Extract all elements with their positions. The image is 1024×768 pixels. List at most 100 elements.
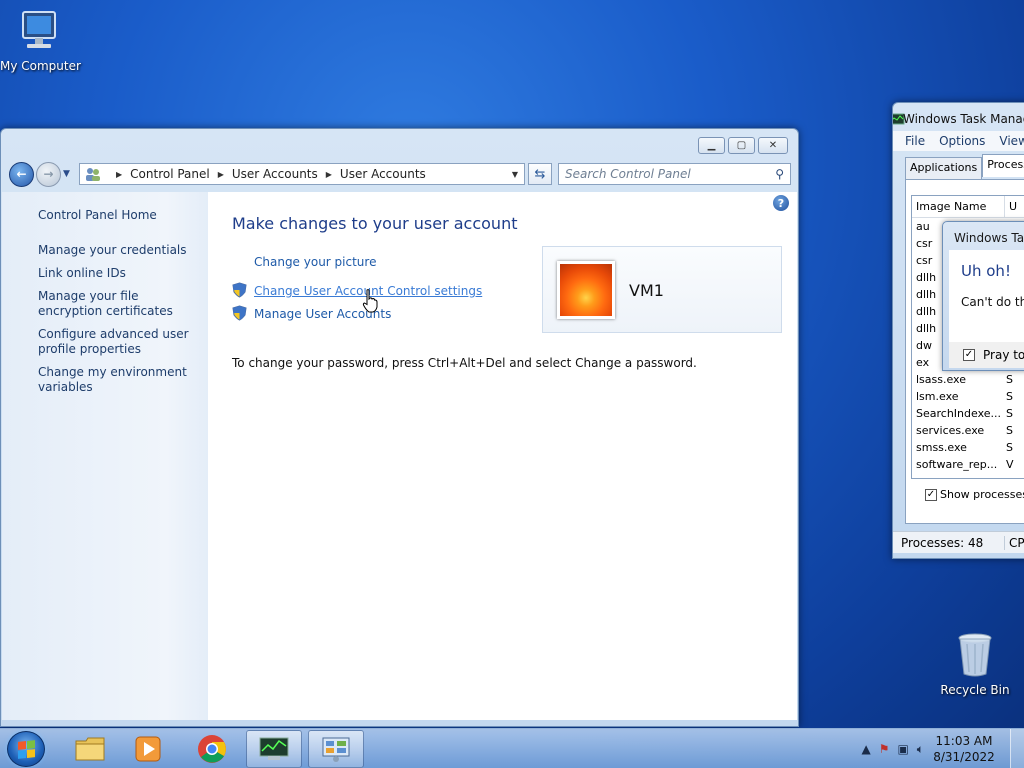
table-row[interactable]: SearchIndexe... S bbox=[912, 405, 1024, 422]
process-user-name: S bbox=[1006, 373, 1013, 386]
process-image-name: csr bbox=[916, 237, 933, 250]
table-row[interactable]: lsass.exe S bbox=[912, 371, 1024, 388]
refresh-button[interactable]: ⇆ bbox=[528, 163, 552, 185]
task-manager-title: Windows Task Manager bbox=[903, 112, 1024, 126]
show-hidden-icons-icon[interactable]: ▲ bbox=[861, 742, 870, 756]
process-image-name: services.exe bbox=[916, 424, 985, 437]
chevron-right-icon[interactable]: ▶ bbox=[218, 170, 224, 179]
tab-applications[interactable]: Applications bbox=[905, 157, 983, 180]
status-processes: Processes: 48 bbox=[893, 535, 1005, 550]
table-row[interactable]: smss.exe S bbox=[912, 439, 1024, 456]
shield-icon bbox=[232, 305, 247, 321]
process-image-name: dllh bbox=[916, 305, 937, 318]
error-dialog-footer: ✓ Pray to bbox=[949, 342, 1024, 368]
windows-logo-icon bbox=[18, 740, 35, 759]
address-bar[interactable]: ▶ Control Panel ▶ User Accounts ▶ User A… bbox=[79, 163, 525, 185]
menu-view[interactable]: View bbox=[999, 134, 1024, 148]
process-image-name: SearchIndexe... bbox=[916, 407, 1001, 420]
clock[interactable]: 11:03 AM 8/31/2022 bbox=[932, 733, 996, 765]
breadcrumb-user-accounts[interactable]: User Accounts bbox=[232, 167, 318, 181]
show-processes-label: Show processes f bbox=[940, 488, 1024, 501]
search-icon[interactable]: ⚲ bbox=[775, 167, 784, 181]
process-list-header: Image Name U bbox=[912, 196, 1024, 218]
breadcrumb-user-accounts-current[interactable]: User Accounts bbox=[340, 167, 426, 181]
recycle-bin-desktop-icon[interactable]: Recycle Bin bbox=[940, 630, 1010, 697]
status-bar: Processes: 48 CP bbox=[893, 531, 1024, 553]
sidebar-item-manage-credentials[interactable]: Manage your credentials bbox=[38, 243, 198, 258]
recycle-bin-icon bbox=[958, 633, 992, 677]
control-panel-window: ▁ ▢ ✕ ← → ▼ ▶ Control Panel ▶ User Accou… bbox=[0, 128, 799, 727]
error-dialog: Windows Tas Uh oh! Can't do tha ✓ Pray t… bbox=[942, 221, 1024, 371]
breadcrumb-control-panel[interactable]: Control Panel bbox=[130, 167, 210, 181]
show-all-processes-checkbox[interactable]: ✓ Show processes f bbox=[925, 488, 1024, 501]
taskbar-control-panel-button[interactable] bbox=[308, 730, 364, 768]
start-button[interactable] bbox=[7, 731, 45, 767]
main-panel: Make changes to your user account Change… bbox=[232, 192, 797, 720]
password-instructions: To change your password, press Ctrl+Alt+… bbox=[232, 356, 697, 370]
process-image-name: software_rep... bbox=[916, 458, 998, 471]
page-title: Make changes to your user account bbox=[232, 214, 518, 233]
menu-file[interactable]: File bbox=[905, 134, 925, 148]
navigation-bar: ← → ▼ ▶ Control Panel ▶ User Accounts ▶ … bbox=[9, 161, 791, 187]
user-account-tile: VM1 bbox=[542, 246, 782, 333]
system-tray: ▲ ⚑ ▣ 🔈︎ 11:03 AM 8/31/2022 bbox=[861, 729, 1024, 768]
menu-options[interactable]: Options bbox=[939, 134, 985, 148]
task-manager-icon bbox=[259, 737, 289, 760]
process-user-name: V bbox=[1006, 458, 1014, 471]
user-accounts-icon bbox=[86, 168, 100, 181]
close-button[interactable]: ✕ bbox=[758, 137, 788, 154]
sidebar-item-file-encryption[interactable]: Manage your file encryption certificates bbox=[38, 289, 198, 319]
recent-pages-dropdown-icon[interactable]: ▼ bbox=[63, 169, 70, 179]
chevron-right-icon[interactable]: ▶ bbox=[326, 170, 332, 179]
process-user-name: S bbox=[1006, 424, 1013, 437]
change-picture-link[interactable]: Change your picture bbox=[254, 255, 376, 269]
process-image-name: au bbox=[916, 220, 930, 233]
control-panel-content: Control Panel Home Manage your credentia… bbox=[2, 192, 797, 720]
chevron-right-icon: ▶ bbox=[116, 169, 123, 179]
hand-cursor-icon bbox=[362, 289, 378, 313]
table-row[interactable]: software_rep... V bbox=[912, 456, 1024, 473]
maximize-button[interactable]: ▢ bbox=[728, 137, 755, 154]
computer-icon bbox=[22, 11, 56, 48]
refresh-icon: ⇆ bbox=[534, 166, 546, 182]
error-checkbox-label: Pray to bbox=[983, 348, 1024, 362]
volume-icon[interactable]: 🔈︎ bbox=[917, 742, 924, 757]
process-image-name: dllh bbox=[916, 322, 937, 335]
sidebar-item-link-online-ids[interactable]: Link online IDs bbox=[38, 266, 198, 281]
sidebar: Control Panel Home Manage your credentia… bbox=[2, 192, 208, 720]
my-computer-desktop-icon[interactable]: My Computer bbox=[0, 8, 81, 73]
shield-icon bbox=[232, 282, 247, 298]
search-input[interactable]: Search Control Panel ⚲ bbox=[558, 163, 791, 185]
taskbar-chrome-button[interactable] bbox=[184, 730, 240, 768]
chevron-down-icon[interactable]: ▼ bbox=[512, 170, 518, 179]
checkbox-checked-icon[interactable]: ✓ bbox=[963, 349, 975, 361]
taskbar-media-player-button[interactable] bbox=[120, 730, 176, 768]
back-button[interactable]: ← bbox=[9, 161, 34, 187]
recycle-bin-label: Recycle Bin bbox=[940, 683, 1010, 697]
sidebar-item-advanced-profile[interactable]: Configure advanced user profile properti… bbox=[38, 327, 198, 357]
search-placeholder: Search Control Panel bbox=[565, 167, 691, 181]
table-row[interactable]: lsm.exe S bbox=[912, 388, 1024, 405]
error-dialog-body: Uh oh! Can't do tha bbox=[949, 250, 1024, 342]
minimize-button[interactable]: ▁ bbox=[698, 137, 725, 154]
chrome-icon bbox=[198, 735, 226, 763]
clock-time: 11:03 AM bbox=[935, 734, 993, 748]
column-image-name[interactable]: Image Name bbox=[916, 200, 986, 213]
tab-processes[interactable]: Processes bbox=[982, 154, 1024, 177]
action-center-flag-icon[interactable]: ⚑ bbox=[879, 742, 890, 756]
window-controls: ▁ ▢ ✕ bbox=[698, 137, 788, 154]
show-desktop-button[interactable] bbox=[1010, 729, 1024, 768]
user-picture-avatar[interactable] bbox=[557, 261, 615, 319]
column-user[interactable]: U bbox=[1004, 196, 1017, 217]
sidebar-item-control-panel-home[interactable]: Control Panel Home bbox=[38, 208, 198, 223]
task-manager-menu-bar: File Options View bbox=[893, 131, 1024, 151]
process-user-name: S bbox=[1006, 441, 1013, 454]
sidebar-item-environment-variables[interactable]: Change my environment variables bbox=[38, 365, 198, 395]
forward-button[interactable]: → bbox=[36, 161, 61, 187]
taskbar-task-manager-button[interactable] bbox=[246, 730, 302, 768]
network-icon[interactable]: ▣ bbox=[897, 742, 908, 756]
process-image-name: smss.exe bbox=[916, 441, 967, 454]
taskbar-explorer-button[interactable] bbox=[62, 730, 118, 768]
checkbox-checked-icon[interactable]: ✓ bbox=[925, 488, 937, 501]
table-row[interactable]: services.exe S bbox=[912, 422, 1024, 439]
